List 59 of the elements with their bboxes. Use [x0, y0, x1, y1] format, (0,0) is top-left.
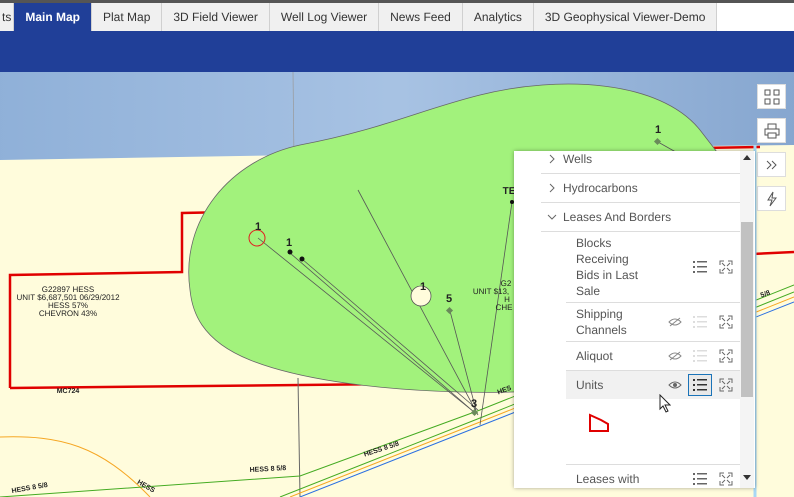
layer-group-label: Leases And Borders [563, 209, 672, 226]
well-symbol-icon [446, 306, 454, 314]
layer-label: Blocks Receiving Bids in Last Sale [575, 235, 640, 299]
well-dot-icon [300, 256, 304, 262]
map-label: CHEVRON 43% [38, 309, 98, 318]
tab[interactable]: Analytics [462, 3, 534, 31]
grid-icon [762, 88, 780, 106]
well-symbol-icon [654, 138, 662, 146]
zoom-extent-icon[interactable] [719, 378, 733, 392]
zoom-extent-icon[interactable] [719, 349, 733, 363]
map-label: HESS 57% [48, 301, 88, 310]
well-dot-icon [288, 250, 292, 254]
tab[interactable]: 3D Field Viewer [162, 3, 270, 31]
layer-group-row[interactable]: Wells [541, 151, 740, 174]
layer-label: Units [575, 377, 604, 393]
eye-slash-icon[interactable] [668, 351, 682, 361]
map-label: UNIT $6,687,501 06/29/2012 [16, 293, 120, 302]
well-dot-icon [510, 200, 514, 204]
layer-row[interactable]: Units [566, 371, 740, 465]
tab[interactable]: Well Log Viewer [270, 3, 380, 31]
eye-slash-icon[interactable] [668, 317, 682, 327]
layer-label: Shipping Channels [575, 306, 628, 338]
legend-list-icon[interactable] [693, 473, 707, 485]
scroll-down-icon[interactable] [743, 475, 751, 480]
chevron-right-icon[interactable] [548, 154, 556, 164]
tab[interactable]: ts [0, 3, 14, 31]
layer-group-label: Wells [563, 151, 592, 168]
well-symbol-icon [470, 408, 478, 416]
scrollbar[interactable] [740, 151, 754, 488]
print-icon [762, 122, 780, 140]
tab[interactable]: Main Map [14, 3, 92, 31]
zoom-extent-icon[interactable] [719, 472, 733, 486]
tab[interactable]: News Feed [379, 3, 463, 31]
map-label: H [504, 295, 510, 304]
mouse-pointer-icon [659, 394, 671, 413]
chevron-right-icon[interactable] [548, 183, 556, 193]
layer-label: Leases with [575, 471, 640, 487]
legend-list-icon[interactable] [693, 261, 707, 273]
tab[interactable]: Plat Map [92, 3, 162, 31]
map-tool-button[interactable] [757, 186, 786, 211]
map-label: 5 [446, 293, 452, 305]
map-label: G22897 HESS [42, 285, 94, 294]
map-tool-button[interactable] [757, 152, 786, 177]
selection-ring-icon [248, 230, 266, 246]
zoom-extent-icon[interactable] [719, 260, 733, 274]
legend-list-icon[interactable] [693, 379, 707, 391]
map-label: G2 [500, 279, 512, 288]
chevron-down-icon[interactable] [547, 213, 557, 221]
zoom-extent-icon[interactable] [719, 315, 733, 329]
layer-group-label: Hydrocarbons [563, 180, 638, 197]
scroll-up-icon[interactable] [743, 155, 751, 160]
layer-label: Aliquot [575, 348, 614, 364]
unit-legend-swatch [588, 413, 610, 433]
eye-icon[interactable] [668, 380, 682, 390]
map-tool-button[interactable] [757, 118, 786, 143]
map-label: 1 [654, 124, 662, 136]
map-label: 1 [286, 237, 292, 249]
tab[interactable]: 3D Geophysical Viewer-Demo [534, 3, 718, 31]
map-tool-button[interactable] [757, 84, 786, 109]
